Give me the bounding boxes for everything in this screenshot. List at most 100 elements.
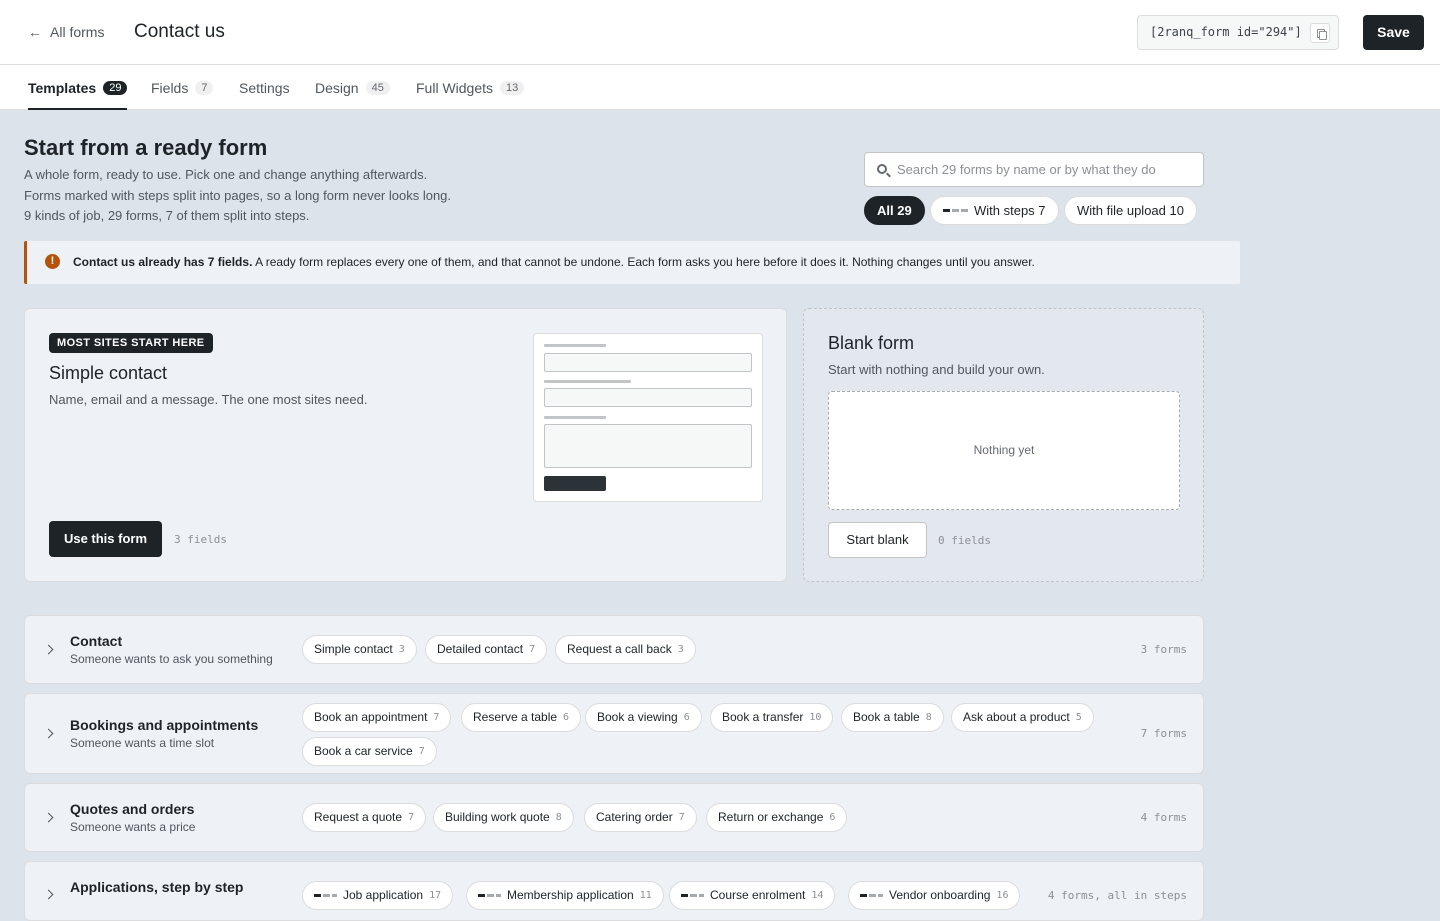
- pill-label: Ask about a product: [963, 710, 1070, 724]
- save-button[interactable]: Save: [1363, 15, 1424, 50]
- template-pill[interactable]: Request a call back 3: [555, 635, 696, 664]
- steps-icon: [943, 209, 968, 212]
- blank-form-description: Start with nothing and build your own.: [828, 362, 1045, 377]
- intro-line: Forms marked with steps split into pages…: [24, 188, 452, 203]
- pill-field-count: 16: [996, 890, 1009, 901]
- chevron-right-icon[interactable]: [43, 812, 54, 823]
- template-pill[interactable]: Book a viewing 6: [585, 703, 702, 732]
- preview-field: [544, 353, 752, 372]
- pill-field-count: 17: [429, 890, 442, 901]
- back-to-all-forms-link[interactable]: ← All forms: [28, 24, 104, 40]
- template-pill[interactable]: Return or exchange 6: [706, 803, 848, 832]
- pill-field-count: 6: [683, 712, 690, 723]
- pill-label: Request a call back: [567, 642, 672, 656]
- pill-field-count: 5: [1075, 712, 1082, 723]
- template-pill[interactable]: Catering order 7: [584, 803, 697, 832]
- steps-icon: [681, 894, 704, 897]
- tab-count-badge: 13: [500, 81, 525, 95]
- pill-field-count: 7: [408, 812, 415, 823]
- pill-field-count: 8: [555, 812, 562, 823]
- warning-notice: ! Contact us already has 7 fields. A rea…: [24, 241, 1240, 284]
- pill-field-count: 3: [398, 644, 405, 655]
- featured-badge: MOST SITES START HERE: [49, 333, 213, 353]
- tab-templates[interactable]: Templates 29: [28, 80, 128, 110]
- chevron-right-icon[interactable]: [43, 728, 54, 739]
- tab-settings[interactable]: Settings: [239, 80, 290, 96]
- shortcode-box[interactable]: [2ranq_form id="294"]: [1137, 15, 1339, 50]
- pill-field-count: 7: [678, 812, 685, 823]
- category-row-quotes[interactable]: Quotes and orders Someone wants a price …: [24, 783, 1204, 852]
- pill-label: Job application: [343, 888, 424, 902]
- tab-count-badge: 7: [195, 81, 214, 95]
- blank-form-card: Blank form Start with nothing and build …: [803, 308, 1204, 582]
- preview-label-line: [544, 380, 631, 383]
- category-row-bookings[interactable]: Bookings and appointments Someone wants …: [24, 693, 1204, 774]
- template-pill[interactable]: Membership application 11: [466, 881, 664, 910]
- preview-label-line: [544, 416, 606, 419]
- pill-label: Reserve a table: [473, 710, 558, 724]
- template-pill[interactable]: Book a car service 7: [302, 737, 437, 766]
- pill-field-count: 14: [811, 890, 824, 901]
- filter-with-steps[interactable]: With steps 7: [930, 196, 1059, 225]
- category-row-applications[interactable]: Applications, step by step Job applicati…: [24, 861, 1204, 921]
- tab-full-widgets[interactable]: Full Widgets 13: [416, 80, 525, 96]
- intro-line: A whole form, ready to use. Pick one and…: [24, 167, 428, 182]
- pill-label: Book a viewing: [597, 710, 678, 724]
- chevron-right-icon[interactable]: [43, 644, 54, 655]
- tab-fields[interactable]: Fields 7: [151, 80, 214, 96]
- filter-all[interactable]: All 29: [864, 196, 925, 225]
- pill-label: Vendor onboarding: [889, 888, 991, 902]
- search-icon: [877, 164, 887, 174]
- pill-label: Book a table: [853, 710, 920, 724]
- template-pill[interactable]: Job application 17: [302, 881, 454, 910]
- category-title: Contact: [70, 633, 123, 649]
- blank-form-preview: Nothing yet: [828, 391, 1180, 510]
- pill-field-count: 7: [418, 746, 425, 757]
- pill-field-count: 6: [829, 812, 836, 823]
- category-subtitle: Someone wants a time slot: [70, 736, 215, 750]
- category-subtitle: Someone wants a price: [70, 820, 196, 834]
- template-pill[interactable]: Vendor onboarding 16: [848, 881, 1021, 910]
- shortcode-text: [2ranq_form id="294"]: [1150, 25, 1302, 39]
- tab-label: Full Widgets: [416, 80, 494, 96]
- category-row-contact[interactable]: Contact Someone wants to ask you somethi…: [24, 615, 1204, 684]
- template-description: Name, email and a message. The one most …: [49, 392, 368, 407]
- filter-with-file-upload[interactable]: With file upload 10: [1064, 196, 1197, 225]
- pill-label: Simple contact: [314, 642, 393, 656]
- template-pill[interactable]: Request a quote 7: [302, 803, 427, 832]
- chevron-right-icon[interactable]: [43, 889, 54, 900]
- pill-label: Course enrolment: [710, 888, 806, 902]
- template-pill[interactable]: Detailed contact 7: [425, 635, 548, 664]
- template-pill[interactable]: Reserve a table 6: [461, 703, 582, 732]
- pill-field-count: 11: [639, 890, 652, 901]
- copy-icon[interactable]: [1310, 23, 1330, 43]
- tab-design[interactable]: Design 45: [315, 80, 390, 96]
- template-title: Simple contact: [49, 363, 168, 383]
- pill-field-count: 7: [433, 712, 440, 723]
- template-pill[interactable]: Book a transfer 10: [710, 703, 834, 732]
- template-pill[interactable]: Ask about a product 5: [951, 703, 1094, 732]
- start-blank-button[interactable]: Start blank: [828, 522, 927, 558]
- pill-label: Request a quote: [314, 810, 403, 824]
- use-this-form-button[interactable]: Use this form: [49, 521, 162, 557]
- template-pill[interactable]: Course enrolment 14: [669, 881, 836, 910]
- tab-label: Templates: [28, 80, 97, 96]
- template-pill[interactable]: Book an appointment 7: [302, 703, 452, 732]
- template-pill[interactable]: Book a table 8: [841, 703, 944, 732]
- pill-label: Book a car service: [314, 744, 413, 758]
- category-title: Applications, step by step: [70, 879, 244, 895]
- section-title: Start from a ready form: [24, 135, 268, 160]
- field-count: 0 fields: [938, 534, 991, 547]
- pill-label: Building work quote: [445, 810, 550, 824]
- form-preview-thumbnail: [533, 333, 763, 502]
- template-pill[interactable]: Simple contact 3: [302, 635, 417, 664]
- template-pill[interactable]: Building work quote 8: [433, 803, 574, 832]
- search-input[interactable]: Search 29 forms by name or by what they …: [864, 152, 1204, 187]
- filter-label: With steps 7: [974, 203, 1046, 218]
- category-title: Bookings and appointments: [70, 717, 259, 733]
- category-form-count: 4 forms: [1140, 811, 1187, 824]
- category-form-count: 7 forms: [1140, 727, 1187, 740]
- tab-count-badge: 29: [103, 81, 128, 95]
- preview-field: [544, 388, 752, 407]
- tab-count-badge: 45: [365, 81, 390, 95]
